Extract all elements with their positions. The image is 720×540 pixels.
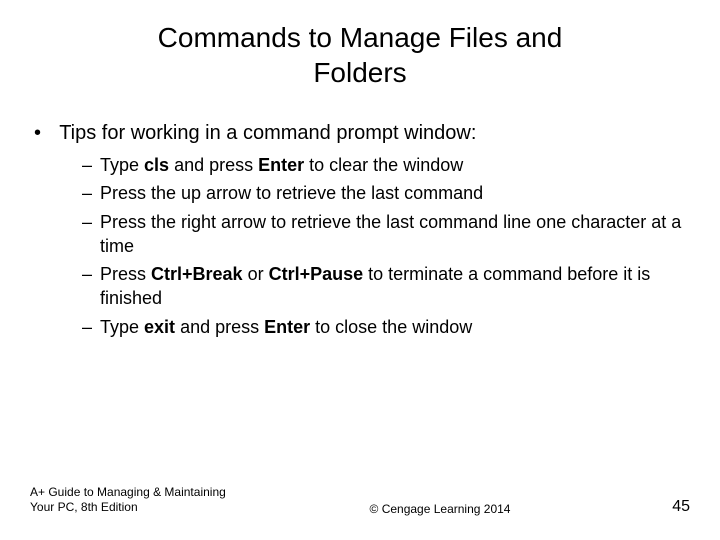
slide-title: Commands to Manage Files and Folders [0,0,720,90]
tip-3-text: Press the right arrow to retrieve the la… [100,212,681,256]
bullet-main: Tips for working in a command prompt win… [38,120,690,339]
tip-5-seg-b: exit [144,317,175,337]
slide: Commands to Manage Files and Folders Tip… [0,0,720,540]
footer-left: A+ Guide to Managing & Maintaining Your … [30,485,230,516]
tip-2-text: Press the up arrow to retrieve the last … [100,183,483,203]
tip-4-seg-a: Press [100,264,151,284]
tip-1-seg-c: and press [169,155,258,175]
sub-bullet-list: Type cls and press Enter to clear the wi… [38,153,690,339]
slide-body: Tips for working in a command prompt win… [0,90,720,339]
tip-5-seg-d: Enter [264,317,310,337]
tip-1-seg-b: cls [144,155,169,175]
tip-5: Type exit and press Enter to close the w… [82,315,690,339]
tip-5-seg-a: Type [100,317,144,337]
title-line-2: Folders [313,57,406,88]
tip-2: Press the up arrow to retrieve the last … [82,181,690,205]
tip-5-seg-e: to close the window [310,317,472,337]
footer: A+ Guide to Managing & Maintaining Your … [0,485,720,516]
tip-5-seg-c: and press [175,317,264,337]
tip-1-seg-a: Type [100,155,144,175]
tip-1-seg-d: Enter [258,155,304,175]
footer-center: © Cengage Learning 2014 [230,502,650,516]
tip-1: Type cls and press Enter to clear the wi… [82,153,690,177]
tip-1-seg-e: to clear the window [304,155,463,175]
tip-4-seg-b: Ctrl+Break [151,264,243,284]
tip-4: Press Ctrl+Break or Ctrl+Pause to termin… [82,262,690,311]
tip-3: Press the right arrow to retrieve the la… [82,210,690,259]
title-line-1: Commands to Manage Files and [158,22,563,53]
tip-4-seg-d: Ctrl+Pause [269,264,364,284]
page-number: 45 [650,498,690,516]
bullet-list: Tips for working in a command prompt win… [30,120,690,339]
bullet-main-text: Tips for working in a command prompt win… [59,122,476,144]
tip-4-seg-c: or [243,264,269,284]
